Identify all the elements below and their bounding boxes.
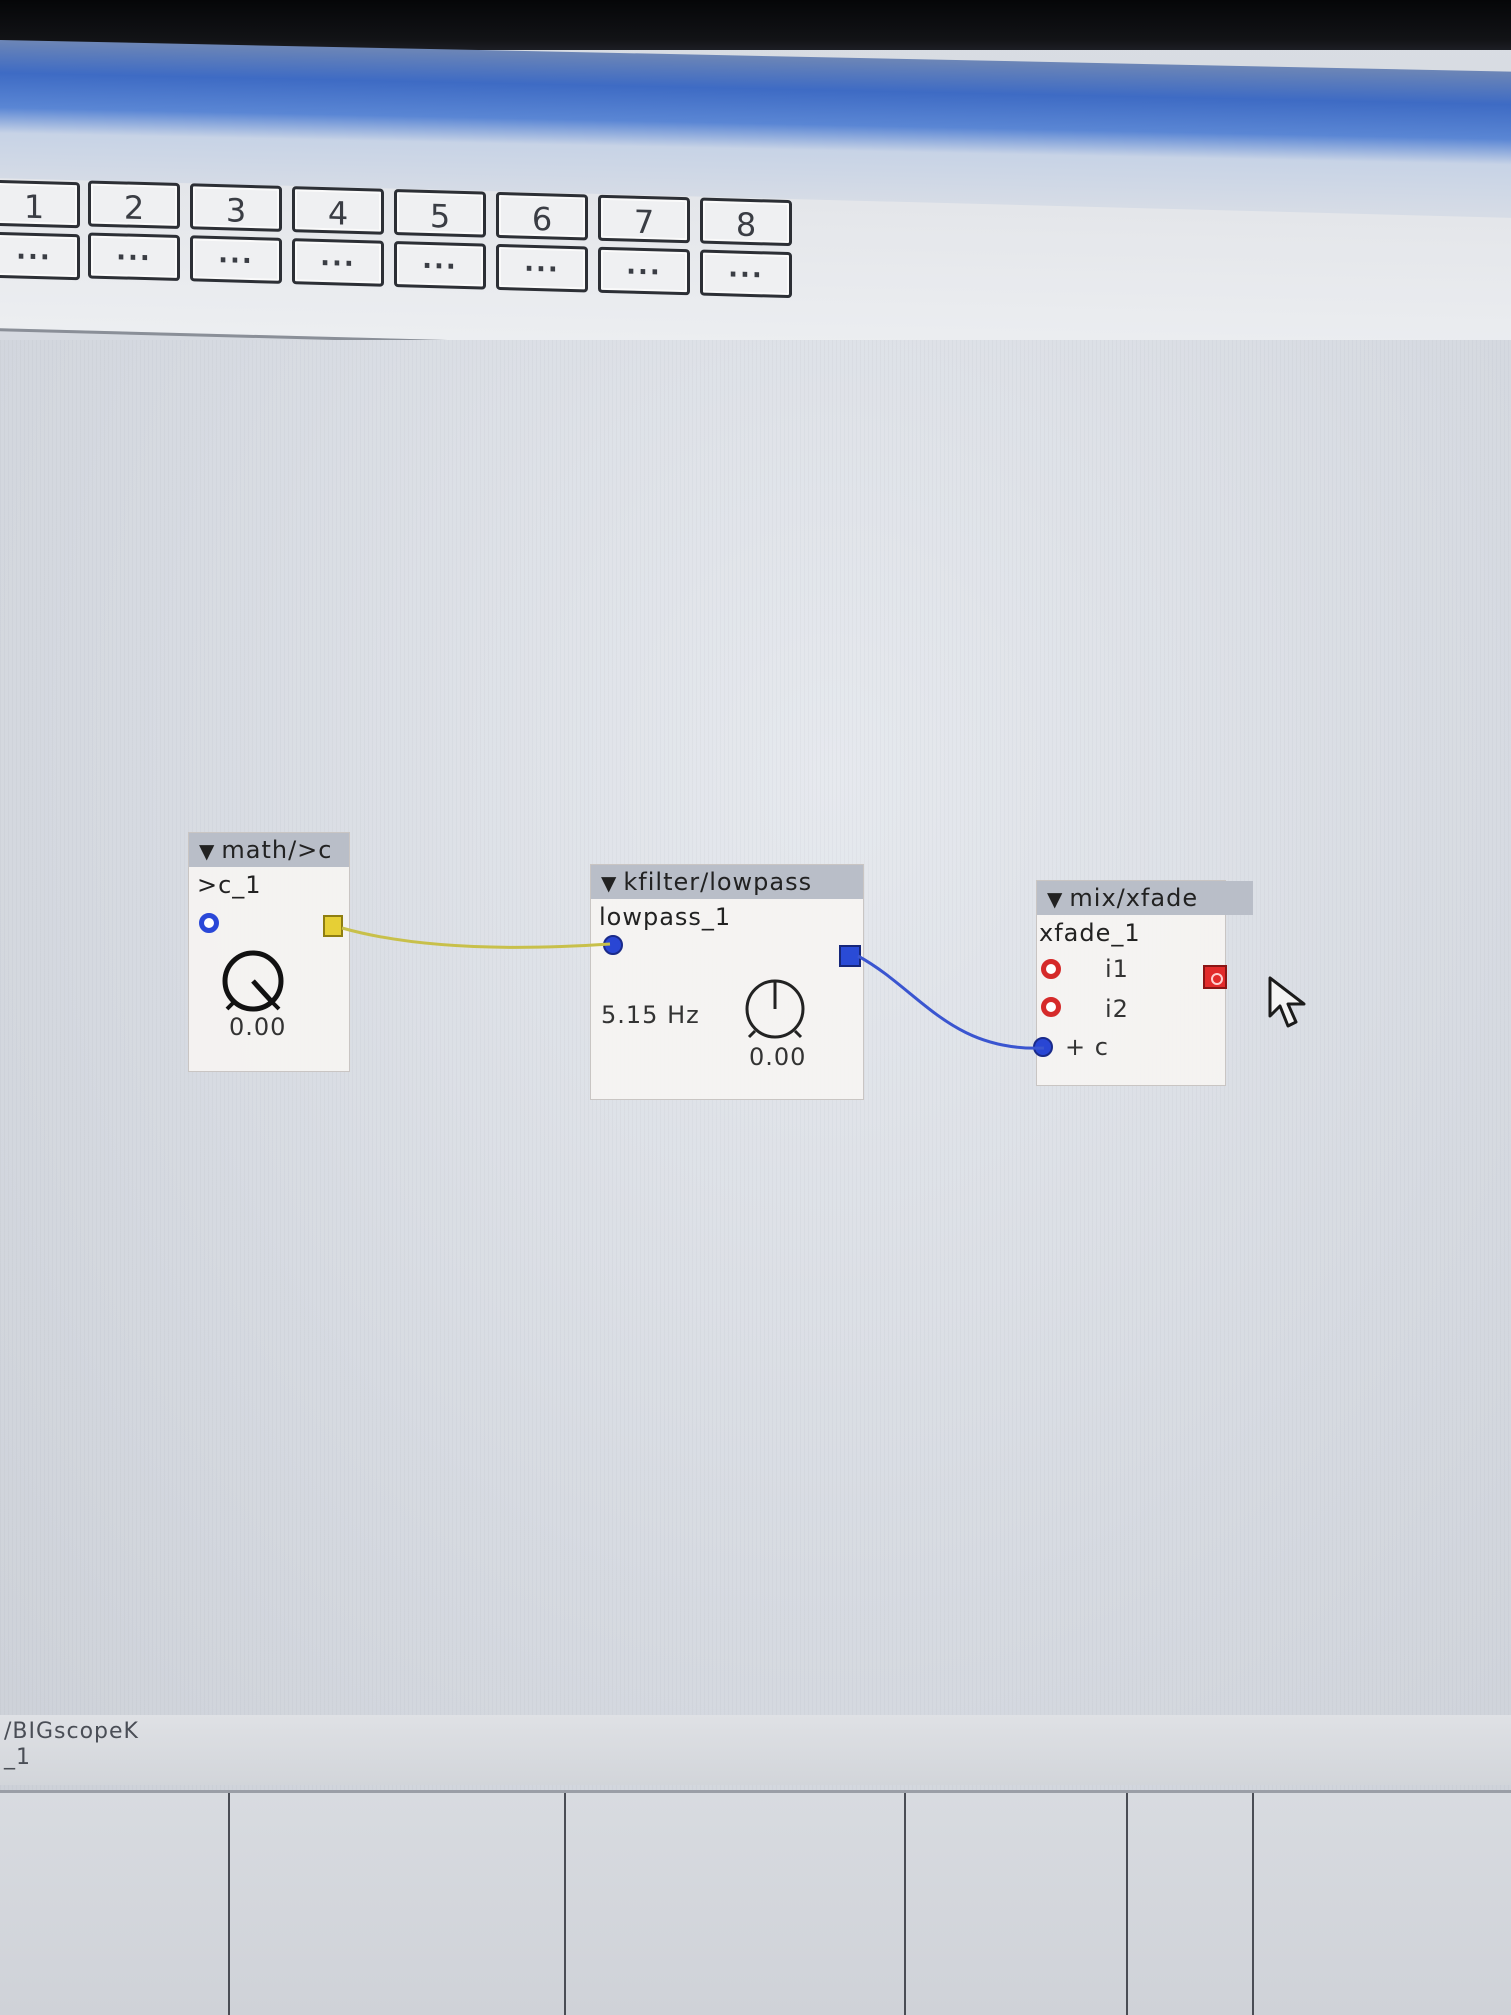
- inlet-label-i1: i1: [1105, 955, 1129, 983]
- preset-more-button-6[interactable]: ...: [496, 243, 588, 293]
- preset-more-button-8[interactable]: ...: [700, 249, 792, 299]
- inlet-port-c[interactable]: [1033, 1037, 1053, 1057]
- module-instance-name: lowpass_1: [599, 903, 732, 931]
- module-header[interactable]: ▼ mix/xfade: [1037, 881, 1253, 915]
- preset-tab-1[interactable]: 1: [0, 179, 80, 229]
- panel-divider: [564, 1793, 566, 2015]
- preset-tab-3[interactable]: 3: [190, 183, 282, 232]
- dial-knob[interactable]: [739, 975, 811, 1047]
- panel-divider: [904, 1793, 906, 2015]
- triangle-down-icon[interactable]: ▼: [1047, 882, 1063, 916]
- inlet-label-c: + c: [1065, 1033, 1109, 1061]
- outlet-port[interactable]: [323, 915, 343, 937]
- patch-editor-screen: 1 2 3 4 5 6 7 8 ... ... ... ... ... ... …: [0, 0, 1511, 2015]
- status-path: /BIGscopeK: [4, 1719, 139, 1744]
- frequency-value: 5.15 Hz: [601, 1001, 700, 1029]
- module-header[interactable]: ▼ kfilter/lowpass: [591, 865, 863, 899]
- preset-tab-2[interactable]: 2: [88, 180, 180, 230]
- inlet-port-i2[interactable]: [1041, 997, 1061, 1017]
- module-title: kfilter/lowpass: [623, 868, 813, 896]
- dial-value: 0.00: [229, 1013, 287, 1041]
- module-header[interactable]: ▼ math/>c: [189, 833, 349, 867]
- inlet-port[interactable]: [603, 935, 623, 955]
- panel-divider: [1126, 1793, 1128, 2015]
- panel-divider: [1252, 1793, 1254, 2015]
- outlet-port[interactable]: [839, 945, 861, 967]
- module-title: mix/xfade: [1069, 884, 1199, 912]
- status-bar: /BIGscopeK _1: [0, 1715, 1511, 1785]
- preset-tab-7[interactable]: 7: [598, 194, 690, 244]
- preset-tab-5[interactable]: 5: [394, 189, 486, 238]
- triangle-down-icon[interactable]: ▼: [601, 866, 617, 900]
- bottom-panel: [0, 1790, 1511, 2015]
- panel-divider: [228, 1793, 230, 2015]
- module-kfilter-lowpass[interactable]: ▼ kfilter/lowpass lowpass_1 5.15 Hz 0.00: [590, 864, 864, 1100]
- module-title: math/>c: [221, 836, 333, 864]
- preset-more-button-2[interactable]: ...: [88, 232, 180, 282]
- monitor-bezel: [0, 0, 1511, 50]
- preset-more-button-5[interactable]: ...: [394, 241, 486, 290]
- preset-tab-8[interactable]: 8: [700, 197, 792, 247]
- outlet-port[interactable]: [1203, 965, 1227, 989]
- inlet-port-i1[interactable]: [1041, 959, 1061, 979]
- dial-value: 0.00: [749, 1043, 807, 1071]
- status-instance: _1: [4, 1745, 31, 1770]
- module-mix-xfade[interactable]: ▼ mix/xfade xfade_1 i1 i2 + c: [1033, 880, 1253, 1086]
- dial-knob[interactable]: [217, 947, 289, 1019]
- preset-more-button-7[interactable]: ...: [598, 246, 690, 296]
- triangle-down-icon[interactable]: ▼: [199, 834, 215, 868]
- preset-more-button-1[interactable]: ...: [0, 231, 80, 281]
- preset-more-button-3[interactable]: ...: [190, 235, 282, 284]
- module-instance-name: xfade_1: [1039, 919, 1141, 947]
- preset-more-button-4[interactable]: ...: [292, 238, 384, 287]
- inlet-label-i2: i2: [1105, 995, 1129, 1023]
- module-math-compare[interactable]: ▼ math/>c >c_1 0.00: [188, 832, 350, 1072]
- module-instance-name: >c_1: [197, 871, 262, 899]
- preset-tab-4[interactable]: 4: [292, 186, 384, 235]
- inlet-port[interactable]: [199, 913, 219, 933]
- preset-tab-6[interactable]: 6: [496, 191, 588, 241]
- arrow-cursor-icon: [1268, 976, 1306, 1028]
